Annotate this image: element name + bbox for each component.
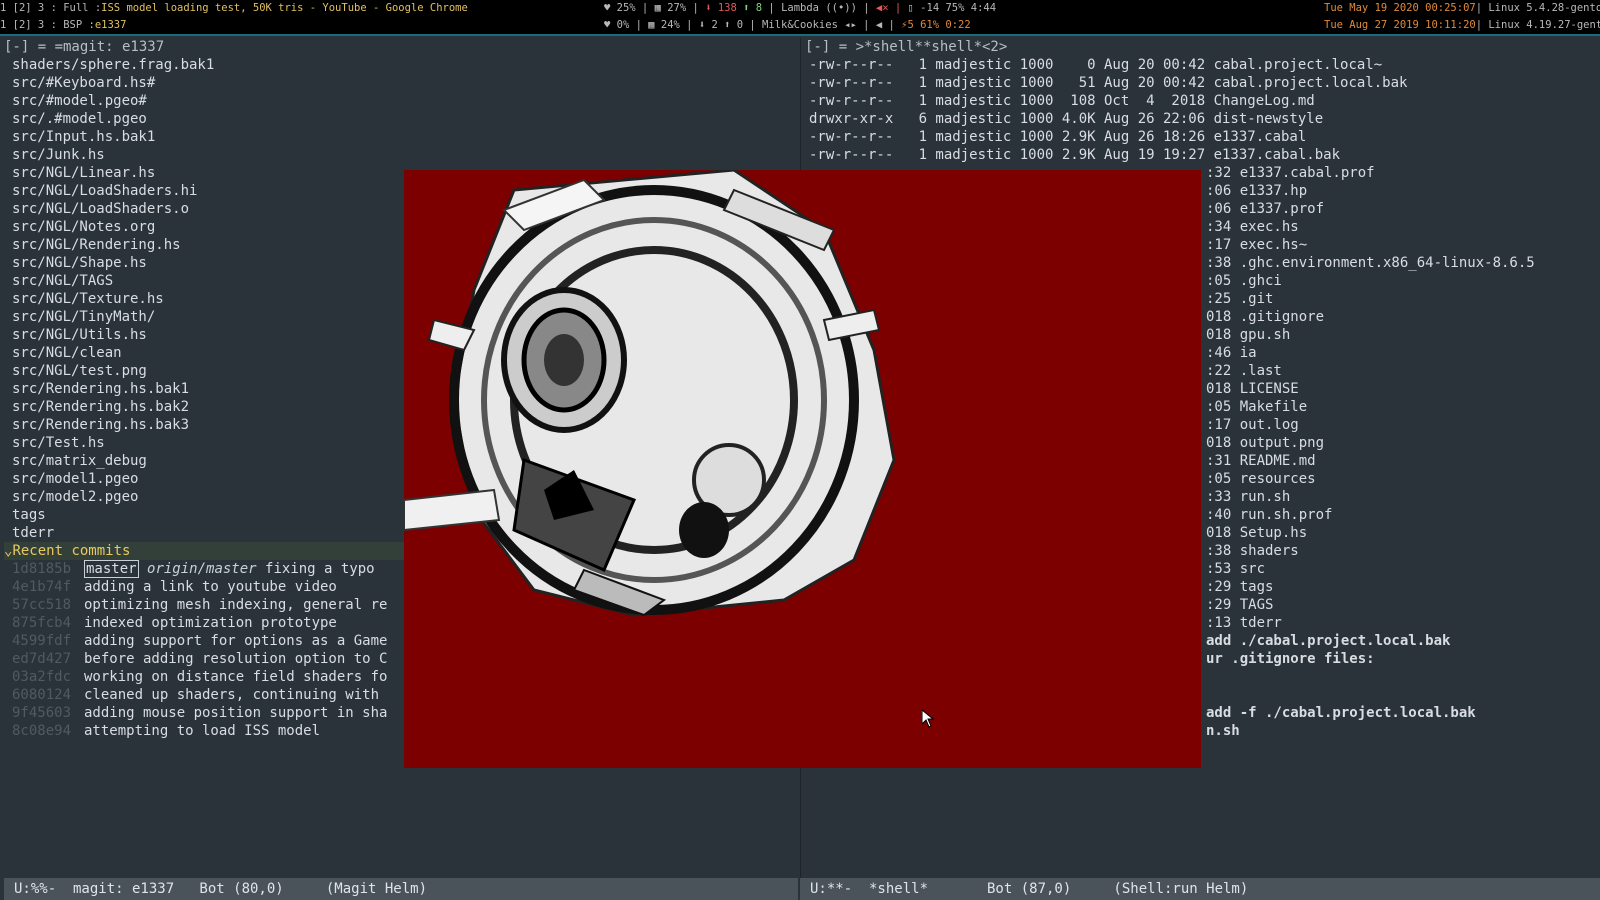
- listing-row: 018 .gitignore: [1206, 309, 1325, 325]
- kernel-version-2: | Linux 4.19.27-gentoo-r: [1475, 19, 1600, 31]
- listing-row: :05 resources: [1206, 471, 1316, 487]
- commit-message: adding support for options as a Game: [84, 633, 388, 649]
- commit-message: working on distance field shaders fo: [84, 669, 388, 685]
- listing-row: -rw-r--r-- 1 madjestic 1000 0 Aug 20 00:…: [809, 57, 1383, 73]
- shell-output-line: add -f ./cabal.project.local.bak: [1206, 705, 1476, 721]
- listing-row: 018 output.png: [1206, 435, 1325, 451]
- top-statusbar: 1 [2] 3 : Full : ISS model loading test,…: [0, 0, 1600, 17]
- listing-row: -rw-r--r-- 1 madjestic 1000 108 Oct 4 20…: [809, 93, 1315, 109]
- file-item[interactable]: src/#model.pgeo#: [4, 92, 798, 110]
- commit-message: attempting to load ISS model: [84, 723, 321, 739]
- buffer-header-shell: [-] = >*shell**shell*<2>: [805, 39, 1008, 55]
- cpu-stat: ♥ 25% |: [604, 2, 649, 14]
- opengl-render-window[interactable]: [404, 170, 1201, 768]
- shell-output-line: n.sh: [1206, 723, 1240, 739]
- file-item[interactable]: shaders/sphere.frag.bak1: [4, 56, 798, 74]
- commit-message: adding a link to youtube video: [84, 579, 337, 595]
- kernel-version: | Linux 5.4.28-gentoo: [1475, 2, 1600, 14]
- commit-hash: 57cc518: [12, 597, 72, 613]
- listing-row: -rw-r--r-- 1 madjestic 1000 51 Aug 20 00…: [809, 75, 1408, 91]
- listing-row: :05 Makefile: [1206, 399, 1308, 415]
- window-title: ISS model loading test, 50K tris - YouTu…: [101, 2, 468, 14]
- shell-output-line: [1206, 668, 1600, 686]
- file-item[interactable]: src/#Keyboard.hs#: [4, 74, 798, 92]
- shell-output-line: add ./cabal.project.local.bak: [1206, 633, 1451, 649]
- modeline-shell: U:**- *shell* Bot (87,0) (Shell:run Helm…: [800, 878, 1600, 900]
- commit-message: before adding resolution option to C: [84, 651, 388, 667]
- listing-row: drwxr-xr-x 6 madjestic 1000 4.0K Aug 26 …: [809, 111, 1324, 127]
- file-item[interactable]: src/Input.hs.bak1: [4, 128, 798, 146]
- clock: Tue May 19 2020 00:25:07: [1324, 2, 1476, 14]
- listing-row: :46 ia: [1206, 345, 1257, 361]
- commit-hash: ed7d427: [12, 651, 72, 667]
- listing-row: :33 run.sh: [1206, 489, 1291, 505]
- workspace-indicator[interactable]: 1 [2] 3 : Full :: [0, 0, 101, 17]
- volume-icon[interactable]: ◀× |: [876, 0, 901, 17]
- commit-message: optimizing mesh indexing, general re: [84, 597, 388, 613]
- commit-message: adding mouse position support in sha: [84, 705, 388, 721]
- listing-row: :06 e1337.prof: [1206, 201, 1325, 217]
- listing-row: :17 exec.hs~: [1206, 237, 1308, 253]
- listing-row: :29 TAGS: [1206, 597, 1274, 613]
- commit-message: fixing a typo: [265, 561, 375, 577]
- file-item[interactable]: src/.#model.pgeo: [4, 110, 798, 128]
- shell-output-line: [1206, 686, 1600, 704]
- listing-row: -rw-r--r-- 1 madjestic 1000 2.9K Aug 26 …: [809, 129, 1307, 145]
- download-stat: ⬇ 138: [705, 2, 737, 14]
- workspace-indicator-2[interactable]: 1 [2] 3 : BSP :: [0, 17, 95, 34]
- commit-hash: 8c08e94: [12, 723, 72, 739]
- listing-row: 018 gpu.sh: [1206, 327, 1291, 343]
- commit-hash: 4599fdf: [12, 633, 72, 649]
- listing-row: :40 run.sh.prof: [1206, 507, 1333, 523]
- listing-row: :38 .ghc.environment.x86_64-linux-8.6.5: [1206, 255, 1535, 271]
- commit-hash: 03a2fdc: [12, 669, 72, 685]
- iss-model-icon: [404, 170, 896, 617]
- commit-message: cleaned up shaders, continuing with: [84, 687, 380, 703]
- secondary-statusbar: 1 [2] 3 : BSP : e1337 ♥ 0% | ▦ 24% | ⬇ 2…: [0, 17, 1600, 36]
- listing-row: :06 e1337.hp: [1206, 183, 1308, 199]
- listing-row: :13 tderr: [1206, 615, 1282, 631]
- listing-row: :25 .git: [1206, 291, 1274, 307]
- listing-row: :53 src: [1206, 561, 1266, 577]
- listing-row: 018 LICENSE: [1206, 381, 1299, 397]
- commit-hash: 9f45603: [12, 705, 72, 721]
- listing-row: -rw-r--r-- 1 madjestic 1000 2.9K Aug 19 …: [809, 147, 1341, 163]
- battery-stat-2: ⚡5 61% 0:22: [901, 19, 971, 31]
- listing-row: :34 exec.hs: [1206, 219, 1299, 235]
- upload-stat: ⬆ 8: [743, 2, 763, 14]
- commit-hash: 875fcb4: [12, 615, 72, 631]
- file-item[interactable]: src/Junk.hs: [4, 146, 798, 164]
- commit-hash: 1d8185b: [12, 561, 72, 577]
- shell-output-line: ur .gitignore files:: [1206, 651, 1375, 667]
- listing-row: :32 e1337.cabal.prof: [1206, 165, 1375, 181]
- directory-listing: -rw-r--r-- 1 madjestic 1000 0 Aug 20 00:…: [801, 56, 1600, 164]
- commit-message: indexed optimization prototype: [84, 615, 337, 631]
- listing-row: :29 tags: [1206, 579, 1274, 595]
- listing-row: :17 out.log: [1206, 417, 1299, 433]
- window-title-2: e1337: [94, 19, 127, 31]
- listing-row: :31 README.md: [1206, 453, 1316, 469]
- listing-row: 018 Setup.hs: [1206, 525, 1308, 541]
- listing-row: :05 .ghci: [1206, 273, 1282, 289]
- branch-label[interactable]: master: [84, 560, 139, 578]
- iss-model-render: [404, 170, 896, 617]
- commit-hash: 6080124: [12, 687, 72, 703]
- listing-row: :38 shaders: [1206, 543, 1299, 559]
- mouse-cursor-icon: [921, 708, 935, 732]
- buffer-header: [-] = =magit: e1337: [4, 39, 165, 55]
- clock-2: Tue Aug 27 2019 10:11:20: [1324, 19, 1476, 31]
- network-stat: | Lambda ((•)) |: [768, 2, 870, 14]
- modeline-magit: U:%%- magit: e1337 Bot (80,0) (Magit Hel…: [4, 878, 798, 900]
- system-stats-2: ♥ 0% | ▦ 24% | ⬇ 2 ⬆ 0 | Milk&Cookies ◂▸…: [604, 19, 895, 31]
- mem-stat: ▦ 27% |: [654, 2, 699, 14]
- listing-row: :22 .last: [1206, 363, 1282, 379]
- remote-branch-label[interactable]: origin/master: [147, 561, 257, 577]
- battery-stat: ▯ -14 75% 4:44: [907, 2, 997, 14]
- commit-hash: 4e1b74f: [12, 579, 72, 595]
